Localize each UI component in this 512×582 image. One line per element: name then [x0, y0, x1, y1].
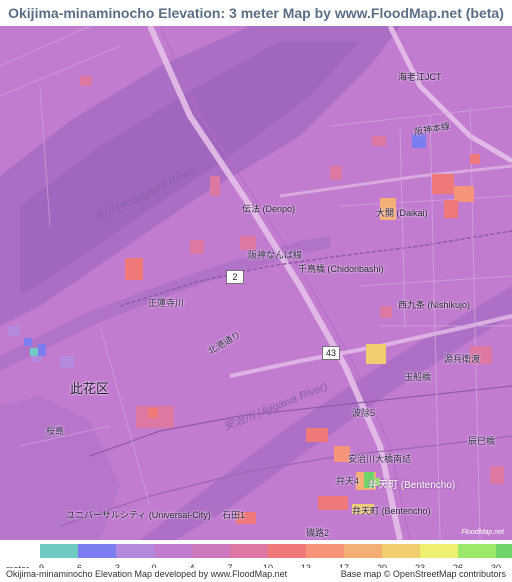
legend-swatch — [496, 544, 512, 558]
label-nishikujo: 西九条 (Nishikujo) — [398, 300, 471, 310]
label-tamaebashi: 玉船橋 — [404, 372, 432, 382]
legend-swatch — [382, 544, 420, 558]
label-isoji2: 磯路2 — [306, 528, 330, 538]
footer-basemap-credit[interactable]: Base map © OpenStreetMap contributors — [341, 569, 506, 579]
footer: Okijima-minaminocho Elevation Map develo… — [0, 568, 512, 582]
map-attribution: FloodMap.net — [461, 529, 504, 536]
route-shield-2: 2 — [226, 270, 244, 284]
label-benten4: 弁天4 — [336, 476, 360, 486]
label-bentencho-station: 弁天町 (Bentencho) — [368, 480, 456, 491]
label-bentencho-2: 弁天町 (Bentencho) — [352, 506, 431, 516]
route-shield-43: 43 — [322, 346, 340, 360]
label-universal-city: ユニバーサルシティ (Universal-City) — [66, 510, 211, 520]
map-canvas — [0, 26, 512, 540]
legend-swatch — [154, 544, 192, 558]
label-hanshin-namba-line: 阪神なんば線 — [248, 250, 303, 260]
label-chidoribashi: 千鳥橋 (Chidoribashi) — [298, 264, 384, 274]
legend-swatch — [420, 544, 458, 558]
elevation-map[interactable]: 2 43 43 淀川 (Yodogawa River) 安治川 (Ajigawa… — [0, 26, 512, 540]
legend-swatch — [230, 544, 268, 558]
label-konohana-ku: 此花区 — [70, 381, 110, 396]
label-namiyoke: 波除5 — [352, 408, 376, 418]
legend-swatch — [116, 544, 154, 558]
legend-swatch — [78, 544, 116, 558]
legend-swatch — [306, 544, 344, 558]
label-tatsumi: 辰巳橋 — [468, 436, 496, 446]
footer-credit: Okijima-minaminocho Elevation Map develo… — [6, 569, 288, 579]
legend-swatch — [192, 544, 230, 558]
label-daikai: 大開 (Daikai) — [376, 208, 428, 218]
label-ajikawa-ohashi: 安治川大橋南詰 — [348, 454, 412, 464]
label-sakurajima: 桜島 — [46, 426, 65, 436]
label-ishida1: 石田1 — [222, 510, 246, 520]
label-shorenjigawa: 正蓮寺川 — [148, 298, 185, 308]
legend-swatch — [458, 544, 496, 558]
legend-swatch — [268, 544, 306, 558]
elevation-legend: -9-6-304710131720232630 meter — [0, 540, 512, 574]
legend-swatch — [344, 544, 382, 558]
label-denpo: 伝法 (Denpo) — [242, 204, 296, 214]
legend-swatch — [40, 544, 78, 558]
map-title: Okijima-minaminocho Elevation: 3 meter M… — [0, 0, 512, 26]
label-genbe-watashi: 源兵衛渡 — [444, 354, 481, 364]
label-ebie-jct: 海老江JCT — [398, 72, 442, 82]
